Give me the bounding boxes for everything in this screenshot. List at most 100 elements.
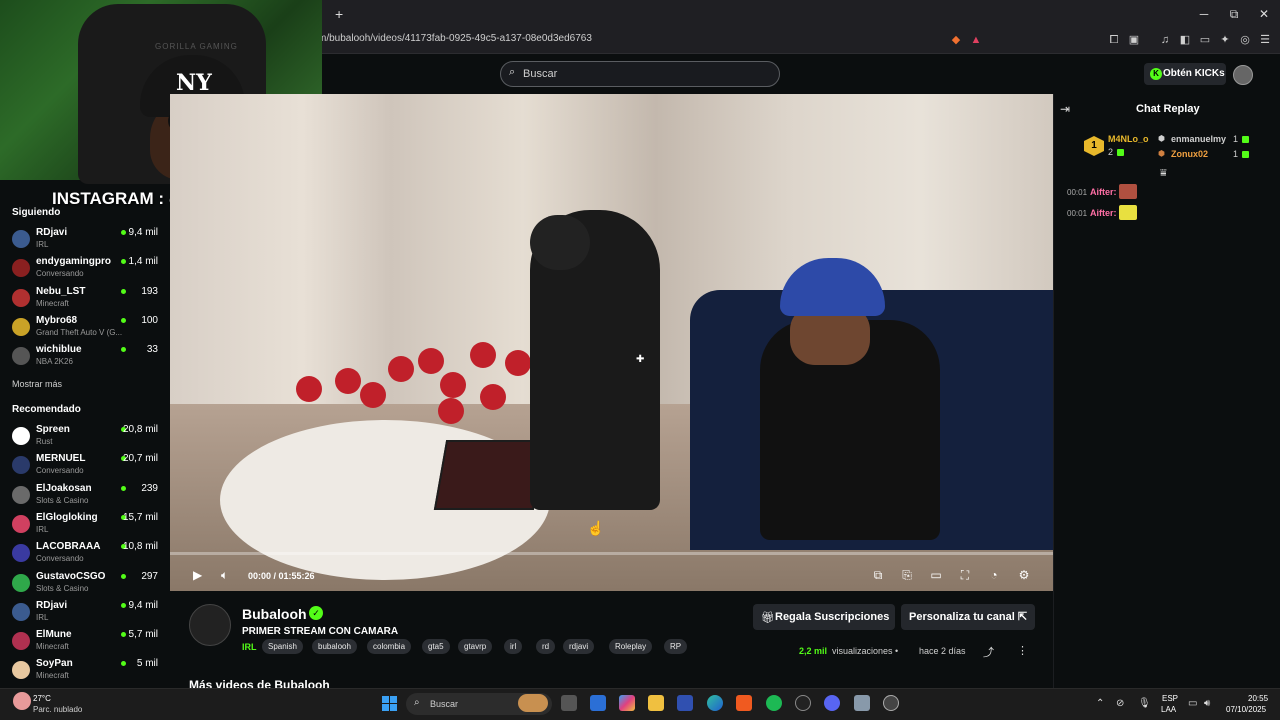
extensions-icon[interactable]: ⧠ <box>1107 33 1121 47</box>
copilot-icon[interactable] <box>619 695 635 711</box>
leo-icon[interactable]: ✦ <box>1218 33 1232 47</box>
media-icon[interactable]: ♫ <box>1158 33 1172 47</box>
chat-message-user[interactable]: Aifter: <box>1090 187 1117 197</box>
speed-icon[interactable]: ◔ <box>987 568 1001 582</box>
tag-chip[interactable]: irl <box>504 639 523 654</box>
weather-description[interactable]: Parc. nublado <box>33 705 82 714</box>
volume-icon[interactable]: 🔈︎ <box>221 568 228 583</box>
task-view-icon[interactable] <box>561 695 577 711</box>
show-more-link[interactable]: Mostrar más <box>12 379 62 389</box>
tag-chip[interactable]: Roleplay <box>609 639 653 654</box>
close-button[interactable]: ✕ <box>1256 6 1272 22</box>
store-icon[interactable] <box>590 695 606 711</box>
file-explorer-icon[interactable] <box>648 695 664 711</box>
menu-icon[interactable]: ☰ <box>1258 33 1272 47</box>
chat-message-user[interactable]: Aifter: <box>1090 208 1117 218</box>
balloon <box>360 382 386 408</box>
screenshot-icon[interactable]: ▣ <box>1127 33 1141 47</box>
video-progress-bar[interactable] <box>170 552 1053 555</box>
sidebar-channel-name[interactable]: Nebu_LST <box>36 286 85 297</box>
weather-icon[interactable] <box>13 692 31 710</box>
sidebar-channel-name[interactable]: RDjavi <box>36 600 67 611</box>
brave-shield-icon[interactable]: ◆ <box>949 33 963 47</box>
sidebar-channel-name[interactable]: ElMune <box>36 629 72 640</box>
minimize-button[interactable]: ─ <box>1196 6 1212 22</box>
play-icon[interactable]: ▶ <box>193 568 202 582</box>
streamer-avatar[interactable] <box>12 230 30 248</box>
security-app-icon[interactable] <box>677 695 693 711</box>
sidebar-channel-name[interactable]: Mybro68 <box>36 315 77 326</box>
fullscreen-icon[interactable]: ⛶ <box>958 568 972 582</box>
network-off-icon[interactable]: ⊘ <box>1116 698 1124 709</box>
tag-chip[interactable]: bubalooh <box>312 639 357 654</box>
share-icon[interactable]: ⤴ <box>983 644 994 660</box>
leaderboard-first-name[interactable]: M4NLo_o <box>1108 134 1149 144</box>
streamer-avatar[interactable] <box>12 602 30 621</box>
sidebar-channel-name[interactable]: Spreen <box>36 424 70 435</box>
miniplayer-icon[interactable]: ⧉ <box>871 568 885 582</box>
user-avatar[interactable] <box>1233 65 1253 85</box>
obs-icon[interactable] <box>795 695 811 711</box>
brave-icon[interactable] <box>736 695 752 711</box>
url-text[interactable]: m/bubalooh/videos/41173fab-0925-49c5-a13… <box>318 33 592 44</box>
leaderboard-second-name[interactable]: enmanuelmy <box>1171 134 1226 144</box>
tag-chip[interactable]: colombia <box>367 639 412 654</box>
settings-icon[interactable]: ⚙ <box>1017 568 1031 582</box>
streamer-avatar[interactable] <box>12 485 30 504</box>
clip-icon[interactable]: ⎘ <box>900 568 914 582</box>
wallet-icon[interactable]: ▭ <box>1198 33 1212 47</box>
sidebar-channel-name[interactable]: ElGlogloking <box>36 512 98 523</box>
streamer-avatar[interactable] <box>12 288 30 307</box>
tag-chip[interactable]: RP <box>664 639 688 654</box>
sidebar-channel-name[interactable]: wichiblue <box>36 344 82 355</box>
sidebar-channel-name[interactable]: LACOBRAAA <box>36 541 100 552</box>
new-tab-button[interactable]: + <box>335 6 343 22</box>
sidebar-channel-name[interactable]: ElJoakosan <box>36 483 92 494</box>
maximize-button[interactable]: ⧉ <box>1226 6 1242 22</box>
leaderboard-third-name[interactable]: Zonux02 <box>1171 149 1208 159</box>
keyboard-layout-indicator[interactable]: LAA <box>1161 705 1176 714</box>
temperature[interactable]: 27°C <box>33 694 51 703</box>
viewer-count: 239 <box>141 482 158 494</box>
clock-time[interactable]: 20:55 <box>1248 694 1268 703</box>
microphone-icon[interactable]: 🎙︎ <box>1138 698 1151 709</box>
brave-rewards-icon[interactable]: ▲ <box>969 33 983 47</box>
sidebar-channel-name[interactable]: MERNUEL <box>36 453 85 464</box>
customize-channel-button[interactable]: Personaliza tu canal ⇱ <box>901 604 1035 630</box>
sidebar-channel-name[interactable]: SoyPan <box>36 658 73 669</box>
channel-name[interactable]: Bubalooh <box>242 606 307 622</box>
speaker-icon[interactable]: 🔊︎ <box>1204 698 1210 709</box>
discord-icon[interactable] <box>824 695 840 711</box>
tag-chip[interactable]: Spanish <box>262 639 303 654</box>
tag-chip[interactable]: gtavrp <box>458 639 493 654</box>
tag-chip[interactable]: rd <box>536 639 556 654</box>
sidebar-icon[interactable]: ◧ <box>1178 33 1192 47</box>
search-highlight-icon[interactable] <box>518 694 548 712</box>
category-link[interactable]: IRL <box>242 642 257 652</box>
sidebar-channel-name[interactable]: RDjavi <box>36 227 67 238</box>
windows-start-icon[interactable] <box>382 696 398 712</box>
network-icon[interactable]: ▭ <box>1188 698 1197 709</box>
chevron-up-icon[interactable]: ⌃ <box>1096 698 1104 709</box>
tag-chip[interactable]: rdjavi <box>563 639 595 654</box>
edge-icon[interactable] <box>707 695 723 711</box>
streamer-avatar[interactable] <box>12 427 30 445</box>
clock-date[interactable]: 07/10/2025 <box>1226 705 1266 714</box>
sidebar-channel-name[interactable]: GustavoCSGO <box>36 571 105 582</box>
spotify-icon[interactable] <box>766 695 782 711</box>
settings-app-icon[interactable] <box>854 695 870 711</box>
streamer-avatar[interactable] <box>12 514 30 533</box>
chat-filter-icon[interactable]: ⩸ <box>1160 167 1167 180</box>
streamer-avatar[interactable] <box>12 317 30 336</box>
app-icon[interactable] <box>883 695 899 711</box>
streamer-avatar[interactable] <box>12 573 30 592</box>
theater-mode-icon[interactable]: ▭ <box>929 568 943 582</box>
tag-chip[interactable]: gta5 <box>422 639 450 654</box>
collapse-chat-icon[interactable]: ⇥ <box>1060 102 1070 116</box>
streamer-avatar[interactable] <box>12 632 30 651</box>
language-indicator[interactable]: ESP <box>1162 694 1178 703</box>
vpn-icon[interactable]: ◎ <box>1238 33 1252 47</box>
channel-avatar[interactable] <box>189 604 231 646</box>
more-options-icon[interactable]: ⋮ <box>1017 644 1028 657</box>
sidebar-channel-name[interactable]: endygamingpro <box>36 256 111 267</box>
